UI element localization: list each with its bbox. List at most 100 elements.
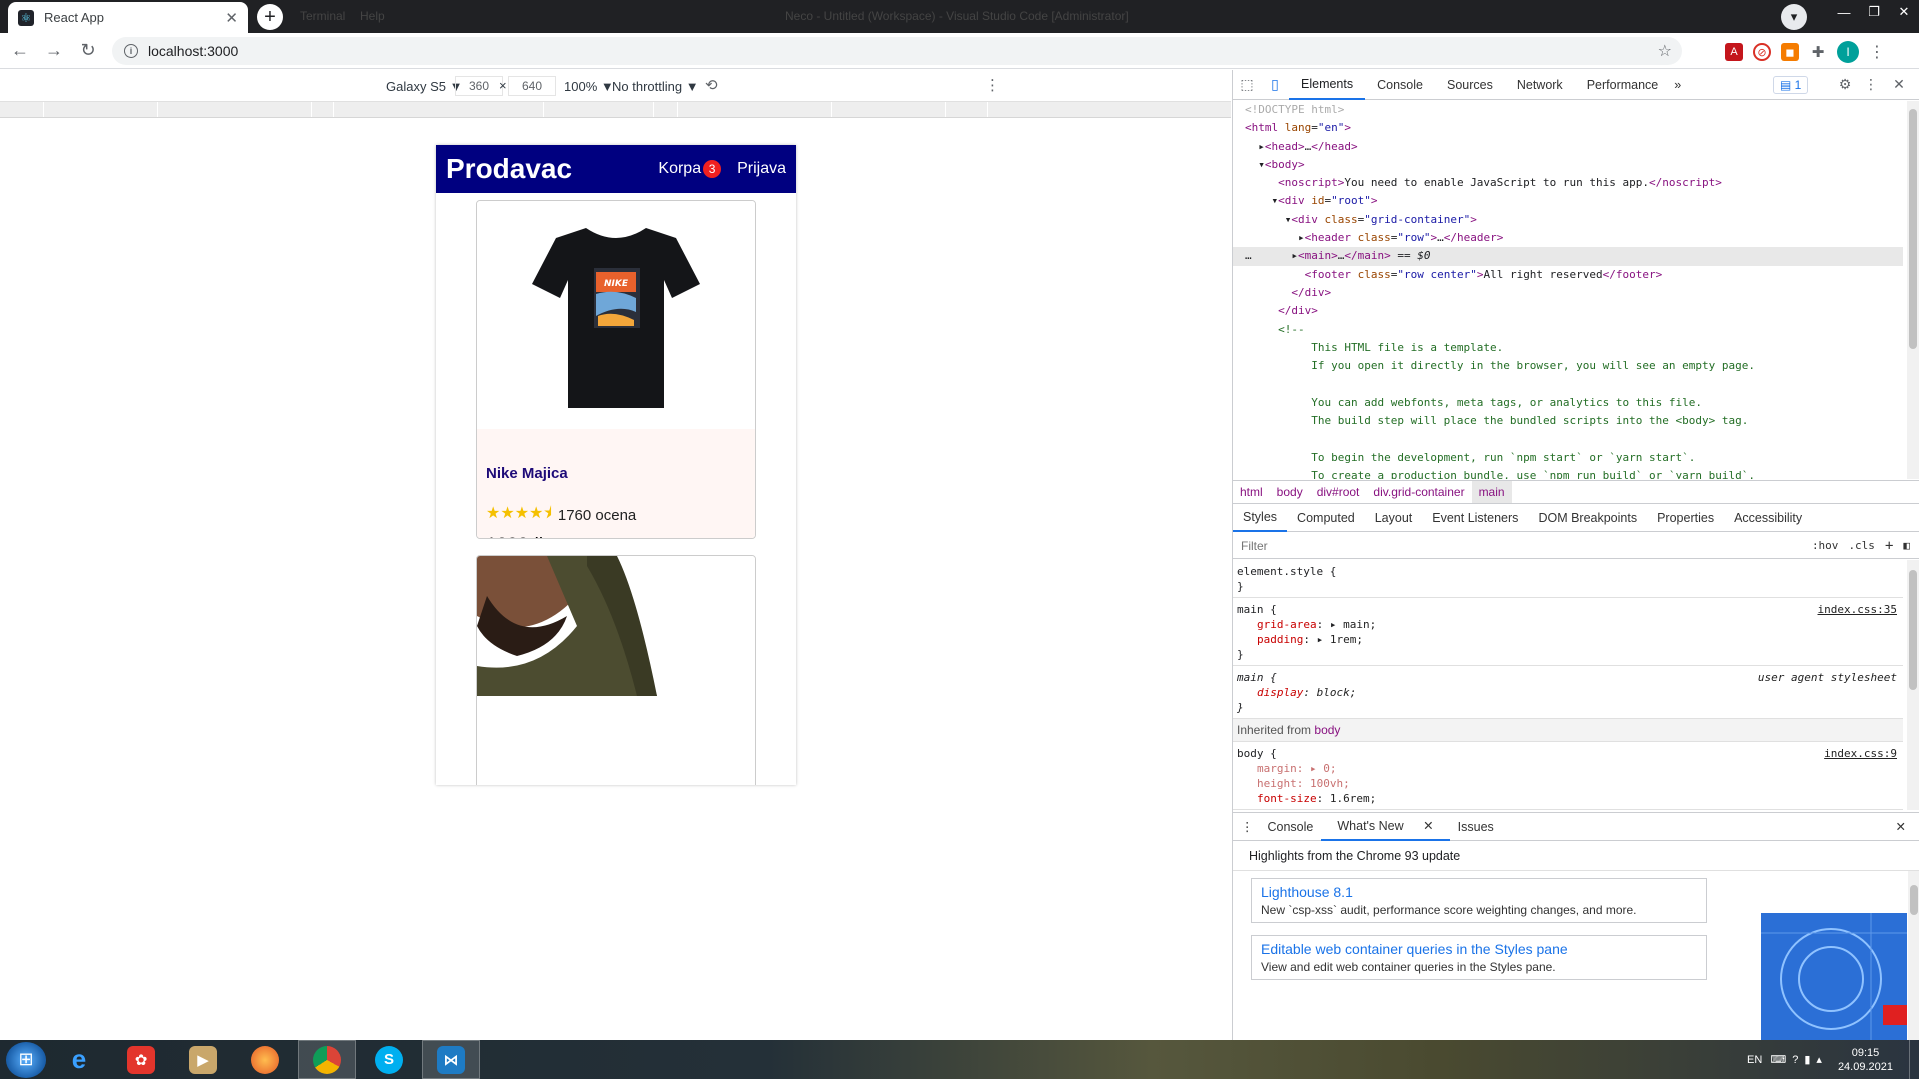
- dom-node[interactable]: <html lang="en">: [1233, 119, 1903, 137]
- css-rule[interactable]: main { index.css:35 grid-area: ▸ main; p…: [1233, 598, 1903, 666]
- language-indicator[interactable]: EN: [1747, 1054, 1762, 1066]
- whats-new-card[interactable]: Lighthouse 8.1 New `csp-xss` audit, perf…: [1251, 878, 1707, 923]
- inherited-from-link[interactable]: body: [1314, 723, 1340, 737]
- inspect-element-icon[interactable]: ⬚: [1233, 76, 1261, 93]
- css-rule[interactable]: element.style { }: [1233, 560, 1903, 598]
- forward-arrow-icon[interactable]: →: [40, 40, 68, 61]
- hov-toggle[interactable]: :hov: [1812, 539, 1839, 552]
- tab-computed[interactable]: Computed: [1287, 504, 1365, 532]
- breadcrumb-body[interactable]: body: [1270, 481, 1310, 503]
- new-tab-button[interactable]: +: [257, 4, 283, 30]
- css-property[interactable]: display: block;: [1237, 685, 1899, 700]
- brand-logo[interactable]: Prodavac: [446, 153, 642, 185]
- css-property[interactable]: padding: ▸ 1rem;: [1237, 632, 1899, 647]
- product-name[interactable]: Nike Majica: [486, 465, 746, 482]
- drawer-tab-console[interactable]: Console: [1260, 813, 1322, 841]
- device-toggle-icon[interactable]: ▯: [1261, 76, 1289, 93]
- taskbar-vscode[interactable]: ⋈: [422, 1040, 480, 1079]
- reload-icon[interactable]: ↻: [74, 40, 102, 61]
- minimize-icon[interactable]: —: [1829, 5, 1859, 20]
- dom-node[interactable]: <!DOCTYPE html>: [1233, 101, 1903, 119]
- keyboard-icon[interactable]: ⌨: [1770, 1053, 1786, 1066]
- taskbar-skype[interactable]: S: [360, 1040, 418, 1079]
- taskbar-firefox[interactable]: [236, 1040, 294, 1079]
- product-card[interactable]: NIKE Nike Majica ★★★★⯨ 1760 ocena 1200di…: [476, 200, 756, 539]
- tab-close-icon[interactable]: ✕: [225, 9, 238, 27]
- css-property[interactable]: font-size: 1.6rem;: [1237, 791, 1899, 806]
- toggle-sidebar-icon[interactable]: ◧: [1903, 539, 1910, 552]
- tab-console[interactable]: Console: [1365, 70, 1435, 100]
- drawer-menu-icon[interactable]: ⋮: [1241, 813, 1260, 841]
- more-tabs-chevron-icon[interactable]: »: [1670, 70, 1685, 100]
- network-icon[interactable]: ▮: [1804, 1053, 1810, 1066]
- device-width-input[interactable]: 360: [455, 76, 503, 96]
- address-bar[interactable]: i localhost:3000 ☆: [112, 37, 1682, 65]
- dom-node[interactable]: ▾<div class="grid-container">: [1233, 211, 1903, 229]
- media-query-ruler[interactable]: [0, 102, 1231, 118]
- device-select[interactable]: Galaxy S5 ▼: [386, 79, 462, 94]
- blocker-extension-icon[interactable]: ⊘: [1753, 43, 1771, 61]
- rule-source-link[interactable]: index.css:35: [1818, 602, 1897, 617]
- dom-node[interactable]: </div>: [1233, 302, 1903, 320]
- back-arrow-icon[interactable]: ←: [6, 40, 34, 61]
- dom-node[interactable]: ▾<body>: [1233, 156, 1903, 174]
- dom-node[interactable]: ▸<header class="row">…</header>: [1233, 229, 1903, 247]
- breadcrumb-html[interactable]: html: [1233, 481, 1270, 503]
- close-window-icon[interactable]: ✕: [1889, 4, 1919, 20]
- breadcrumb-root[interactable]: div#root: [1310, 481, 1367, 503]
- dom-comment[interactable]: If you open it directly in the browser, …: [1233, 357, 1903, 375]
- dom-comment[interactable]: To create a production bundle, use `npm …: [1233, 467, 1903, 479]
- taskbar-app-red[interactable]: ✿: [112, 1040, 170, 1079]
- css-rule[interactable]: body { index.css:9 margin: ▸ 0; height: …: [1233, 742, 1903, 810]
- orange-extension-icon[interactable]: ◼: [1781, 43, 1799, 61]
- dom-comment[interactable]: [1233, 375, 1903, 393]
- browser-tab[interactable]: ⚛ React App ✕: [8, 2, 248, 33]
- issues-count-badge[interactable]: ▤ 1: [1773, 76, 1809, 94]
- profile-avatar[interactable]: I: [1837, 41, 1859, 63]
- new-rule-plus-icon[interactable]: +: [1885, 538, 1893, 554]
- restore-icon[interactable]: ❐: [1859, 4, 1889, 20]
- tab-dom-breakpoints[interactable]: DOM Breakpoints: [1528, 504, 1647, 532]
- device-toolbar-menu-icon[interactable]: ⋮: [985, 76, 1000, 94]
- css-property[interactable]: grid-area: ▸ main;: [1237, 617, 1899, 632]
- dom-comment[interactable]: To begin the development, run `npm start…: [1233, 449, 1903, 467]
- tab-performance[interactable]: Performance: [1575, 70, 1671, 100]
- start-button[interactable]: ⊞: [6, 1041, 46, 1078]
- css-property[interactable]: height: 100vh;: [1237, 776, 1899, 791]
- drawer-tab-whats-new[interactable]: What's New ✕: [1321, 812, 1450, 841]
- device-height-input[interactable]: 640: [508, 76, 556, 96]
- css-rule[interactable]: main { user agent stylesheet display: bl…: [1233, 666, 1903, 719]
- styles-scrollbar[interactable]: [1907, 560, 1919, 810]
- dom-node[interactable]: <footer class="row center">All right res…: [1233, 266, 1903, 284]
- breadcrumb-main[interactable]: main: [1471, 481, 1512, 503]
- tab-accessibility[interactable]: Accessibility: [1724, 504, 1812, 532]
- extensions-puzzle-icon[interactable]: ✚: [1809, 43, 1827, 61]
- taskbar-chrome[interactable]: [298, 1040, 356, 1079]
- styles-filter-input[interactable]: Filter: [1241, 539, 1812, 553]
- dom-comment[interactable]: <!--: [1233, 321, 1903, 339]
- dom-comment[interactable]: You can add webfonts, meta tags, or anal…: [1233, 394, 1903, 412]
- dom-comment[interactable]: This HTML file is a template.: [1233, 339, 1903, 357]
- dom-node[interactable]: ▸<head>…</head>: [1233, 138, 1903, 156]
- dom-tree[interactable]: <!DOCTYPE html> <html lang="en"> ▸<head>…: [1233, 101, 1903, 479]
- nav-cart-link[interactable]: Korpa 3: [658, 160, 722, 178]
- whats-new-title[interactable]: Lighthouse 8.1: [1261, 884, 1697, 900]
- whats-new-thumbnail[interactable]: [1761, 913, 1907, 1041]
- drawer-tab-issues[interactable]: Issues: [1450, 813, 1502, 841]
- show-desktop-button[interactable]: [1909, 1040, 1919, 1079]
- taskbar-ie[interactable]: e: [50, 1040, 108, 1079]
- close-devtools-icon[interactable]: ✕: [1885, 76, 1913, 93]
- zoom-select[interactable]: 100% ▼: [564, 79, 614, 94]
- help-icon[interactable]: ?: [1792, 1054, 1798, 1066]
- taskbar-media-player[interactable]: ▶: [174, 1040, 232, 1079]
- tab-sources[interactable]: Sources: [1435, 70, 1505, 100]
- settings-gear-icon[interactable]: ⚙: [1831, 76, 1859, 93]
- close-whats-new-icon[interactable]: ✕: [1415, 812, 1441, 840]
- dom-tree-scrollbar[interactable]: [1907, 101, 1919, 479]
- dom-comment[interactable]: The build step will place the bundled sc…: [1233, 412, 1903, 430]
- browser-menu-icon[interactable]: ⋮: [1869, 42, 1885, 62]
- dom-node[interactable]: </div>: [1233, 284, 1903, 302]
- rule-source-link[interactable]: index.css:9: [1824, 746, 1897, 761]
- tab-elements[interactable]: Elements: [1289, 70, 1366, 100]
- tray-expand-icon[interactable]: ▴: [1816, 1053, 1822, 1066]
